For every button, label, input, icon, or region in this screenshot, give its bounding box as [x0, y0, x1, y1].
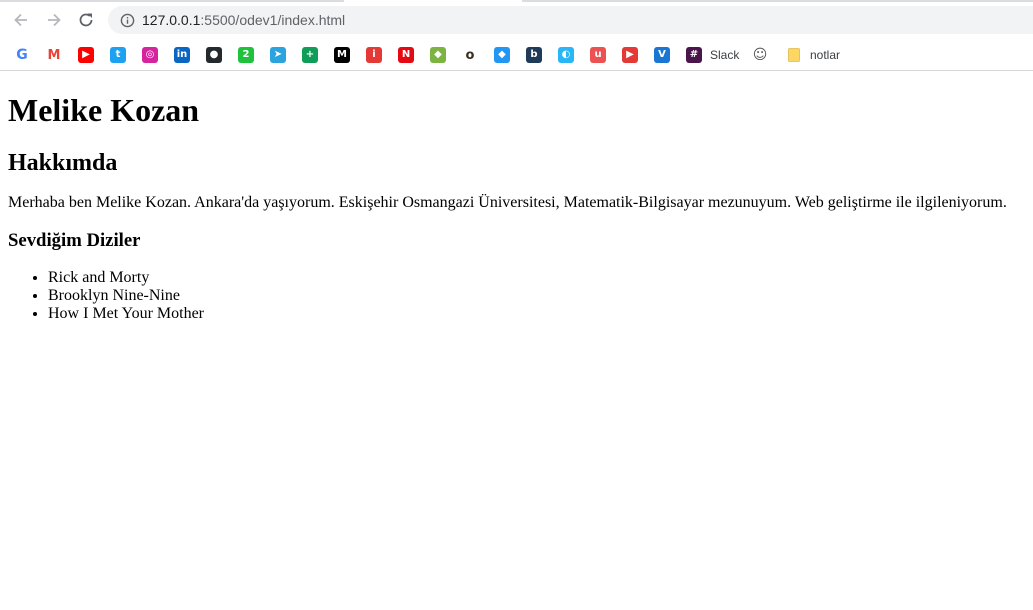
bookmark-label: notlar — [810, 48, 841, 62]
stackedit-icon: ◆ — [494, 47, 510, 63]
slack-icon: # — [686, 47, 702, 63]
bookmark-vuetify[interactable]: V — [654, 46, 670, 64]
udemy-icon: u — [590, 47, 606, 63]
bookmark-stackedit[interactable]: ◆ — [494, 46, 510, 64]
telegram-icon: ➤ — [270, 47, 286, 63]
bookmark-bookmark-2[interactable]: 2 — [238, 46, 254, 64]
person-sketch-icon: ☺ — [752, 47, 768, 63]
bookmark-udemy[interactable]: u — [590, 46, 606, 64]
bookmark-codepen[interactable]: ◆ — [430, 46, 446, 64]
bookmark-linkedin[interactable]: in — [174, 46, 190, 64]
v-icon: V — [654, 47, 670, 63]
code-icon: ◆ — [430, 47, 446, 63]
bookmark-play-red[interactable]: ▶ — [622, 46, 638, 64]
github-icon: ● — [206, 47, 222, 63]
bookmark-github[interactable]: ● — [206, 46, 222, 64]
bookmark-notlar[interactable]: notlar — [786, 46, 840, 64]
semrush-icon: ◐ — [558, 47, 574, 63]
bookmark-youtube[interactable]: ▶ — [78, 46, 94, 64]
page-content: Melike Kozan Hakkımda Merhaba ben Melike… — [0, 92, 1033, 323]
gmail-icon: M — [47, 47, 61, 63]
forward-button[interactable] — [42, 8, 66, 32]
bookmark-avatar-bookmark[interactable]: ☺ — [752, 46, 768, 64]
medium-icon: M — [334, 47, 350, 63]
url-host: 127.0.0.1 — [142, 12, 201, 28]
tab-strip-edge — [0, 0, 1033, 2]
plus-tile-icon: + — [302, 47, 318, 63]
bookmark-label: Slack — [710, 48, 740, 62]
linkedin-icon: in — [174, 47, 190, 63]
bookmark-bitbucket[interactable]: b — [526, 46, 542, 64]
goodreads-icon: o — [465, 47, 475, 63]
series-list: Rick and Morty Brooklyn Nine-Nine How I … — [8, 269, 1025, 323]
about-paragraph: Merhaba ben Melike Kozan. Ankara'da yaşı… — [8, 194, 1007, 211]
bookmark-medium[interactable]: M — [334, 46, 350, 64]
bookmark-google[interactable]: G — [14, 46, 30, 64]
bookmarks-bar: G M ▶ t ◎ in ● 2 ➤ + Mi N ◆ o ◆ b ◐ u ▶ V # Slack ☺ notlar — [0, 38, 1033, 71]
back-button[interactable] — [9, 8, 33, 32]
bookmark-twitter[interactable]: t — [110, 46, 126, 64]
bookmark-gmail[interactable]: M — [46, 46, 62, 64]
folder-icon — [786, 47, 802, 63]
url-text[interactable]: 127.0.0.1:5500/odev1/index.html — [142, 12, 345, 28]
series-heading: Sevdiğim Diziler — [8, 230, 141, 251]
reload-icon — [79, 13, 93, 27]
list-item: Brooklyn Nine-Nine — [48, 287, 1025, 305]
bookmark-goodreads[interactable]: o — [462, 46, 478, 64]
bookmark-netflix[interactable]: N — [398, 46, 414, 64]
list-item: How I Met Your Mother — [48, 305, 1025, 323]
two-badge-icon: 2 — [238, 47, 254, 63]
url-path: :5500/odev1/index.html — [200, 12, 346, 28]
bookmark-semrush[interactable]: ◐ — [558, 46, 574, 64]
address-bar[interactable]: 127.0.0.1:5500/odev1/index.html — [108, 6, 1033, 34]
red-book-icon: i — [366, 47, 382, 63]
play-icon: ▶ — [622, 47, 638, 63]
bookmark-slack[interactable]: # Slack — [686, 46, 739, 64]
bookmark-trello[interactable]: + — [302, 46, 318, 64]
browser-toolbar: 127.0.0.1:5500/odev1/index.html — [0, 0, 1033, 38]
bookmark-telegram[interactable]: ➤ — [270, 46, 286, 64]
back-arrow-icon — [14, 13, 27, 27]
bb-icon: b — [526, 47, 542, 63]
about-heading: Hakkımda — [8, 150, 118, 176]
forward-arrow-icon — [48, 13, 61, 27]
google-icon: G — [16, 47, 28, 63]
bookmark-instagram[interactable]: ◎ — [142, 46, 158, 64]
youtube-icon: ▶ — [78, 47, 94, 63]
bookmark-item-red[interactable]: i — [366, 46, 382, 64]
page-title: Melike Kozan — [8, 92, 200, 128]
list-item: Rick and Morty — [48, 269, 1025, 287]
twitter-icon: t — [110, 47, 126, 63]
reload-button[interactable] — [74, 8, 98, 32]
instagram-icon: ◎ — [142, 47, 158, 63]
info-icon[interactable] — [119, 12, 135, 28]
netflix-icon: N — [398, 47, 414, 63]
